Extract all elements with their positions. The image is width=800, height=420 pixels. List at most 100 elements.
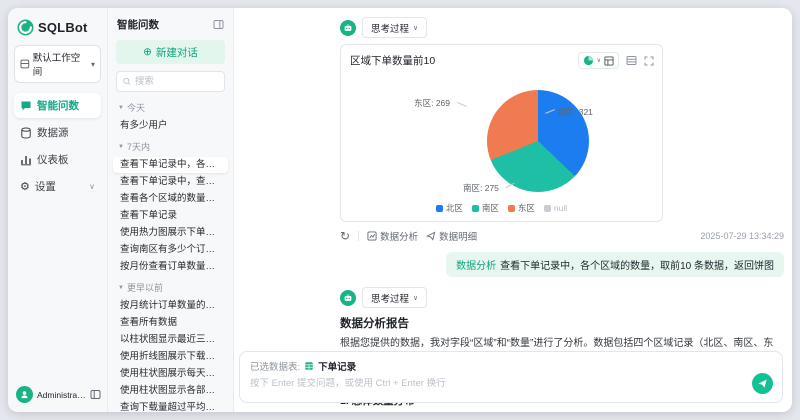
data-detail-button[interactable]: 数据明细 [426, 229, 477, 243]
conversation-item[interactable]: 按月份查看订单数量趋势，使用折... [113, 259, 228, 275]
selected-table-row: 已选数据表: 下单记录 [250, 359, 772, 373]
thinking-label: 思考过程 [371, 23, 410, 35]
username-label: Administrator [37, 389, 86, 400]
conversation-item[interactable]: 查看下单记录中，查看各个区域的... [113, 174, 228, 190]
user-message-text: 查看下单记录中，各个区域的数量，取前10 条数据，返回饼图 [500, 261, 774, 272]
bot-avatar [340, 19, 356, 36]
legend-item[interactable]: 南区 [471, 202, 499, 214]
legend-swatch [471, 204, 479, 212]
conversation-item[interactable]: 使用热力图展示下单量排名靠前的日... [113, 225, 228, 241]
conversation-item[interactable]: 使用柱状图显示各部门员工数 [113, 383, 228, 399]
sidebar-item-dashboard[interactable]: 仪表板 [14, 147, 101, 172]
panel-title: 智能问数 [117, 19, 159, 31]
conversation-item[interactable]: 查询南区有多少个订单数 [113, 242, 228, 258]
workspace-selector[interactable]: 默认工作空间 ▾ [14, 45, 101, 83]
conversation-item-selected[interactable]: 查看下单记录中，各个区域的数量... [113, 157, 228, 173]
chat-area: 思考过程 ∨ 区域下单数量前10 ∨ 东区: 269 北区: 321 南区: 2… [234, 8, 792, 412]
new-chat-button[interactable]: ⊕ 新建对话 [116, 40, 225, 64]
conversation-item[interactable]: 查看下单记录 [113, 208, 228, 224]
fullscreen-icon[interactable] [644, 56, 654, 66]
sidebar-item-label: 仪表板 [37, 154, 69, 166]
legend-item[interactable]: 北区 [435, 202, 463, 214]
bot-avatar [340, 289, 356, 306]
conversation-list: ▼今天 有多少用户 ▼7天内 查看下单记录中，各个区域的数量... 查看下单记录… [108, 96, 233, 412]
gear-icon: ⚙ [20, 181, 30, 193]
person-icon [21, 391, 28, 399]
collapse-sidebar-icon[interactable] [90, 389, 101, 400]
selected-table-label: 已选数据表: [250, 362, 301, 373]
conversation-item[interactable]: 以柱状图显示最近三个月的订单量 [113, 332, 228, 348]
sidebar-item-datasource[interactable]: 数据源 [14, 120, 101, 145]
search-input[interactable] [134, 76, 218, 87]
selected-table-name[interactable]: 下单记录 [318, 359, 356, 373]
sidebar-item-settings[interactable]: ⚙ 设置 ∨ [14, 174, 101, 199]
table-view-icon[interactable] [626, 55, 637, 66]
send-button[interactable] [752, 373, 773, 394]
sidebar-item-qa[interactable]: 智能问数 [14, 93, 101, 118]
chart-card: 区域下单数量前10 ∨ 东区: 269 北区: 321 南区: 275 北区 南… [340, 44, 663, 222]
timestamp: 2025-07-29 13:34:29 [700, 231, 784, 241]
detail-icon [426, 231, 436, 241]
legend-swatch [543, 204, 551, 212]
triangle-down-icon: ▼ [118, 143, 124, 150]
conversation-item[interactable]: 查询下载量超过平均值的日期 [113, 400, 228, 412]
sqlbot-logo-icon [17, 19, 34, 36]
conversation-item[interactable]: 查看各个区域的数量，取前10 条数... [113, 191, 228, 207]
question-input[interactable] [250, 378, 720, 389]
legend-swatch [507, 204, 515, 212]
send-icon [758, 379, 767, 388]
chart-legend: 北区 南区 东区 null [341, 202, 662, 214]
message-tag: 数据分析 [456, 261, 497, 272]
legend-swatch [435, 204, 443, 212]
triangle-down-icon: ▼ [118, 284, 124, 291]
group-week[interactable]: ▼ 7天内 [108, 135, 233, 156]
conversation-item[interactable]: 使用柱状图展示每天的下载量变化 [113, 366, 228, 382]
conversation-item[interactable]: 使用折线图展示下载量随日期的变... [113, 349, 228, 365]
workspace-name: 默认工作空间 [32, 53, 81, 78]
robot-icon [344, 23, 352, 31]
pie-chart-icon [583, 55, 593, 66]
refresh-button[interactable]: ↻ [340, 229, 350, 243]
dashboard-icon [21, 155, 31, 165]
message-action-row: ↻ 数据分析 数据明细 2025-07-29 13:34:29 [340, 229, 784, 243]
refresh-icon: ↻ [340, 229, 351, 243]
chart-type-selector[interactable]: ∨ [577, 52, 619, 69]
user-avatar[interactable] [16, 386, 33, 403]
plus-icon: ⊕ [143, 46, 152, 58]
group-today[interactable]: ▼ 今天 [108, 96, 233, 117]
collapse-panel-icon[interactable] [213, 19, 224, 30]
data-analysis-button[interactable]: 数据分析 [367, 229, 418, 243]
group-earlier[interactable]: ▼ 更早以前 [108, 276, 233, 297]
search-icon [123, 77, 131, 85]
conversation-item[interactable]: 查看所有数据 [113, 315, 228, 331]
question-input-box: 已选数据表: 下单记录 [239, 351, 783, 403]
conversation-panel-header: 智能问数 [108, 8, 233, 38]
chevron-down-icon: ▾ [90, 59, 95, 69]
analysis-icon [367, 231, 377, 241]
sidebar-item-label: 数据源 [37, 127, 69, 139]
message-list: 思考过程 ∨ 区域下单数量前10 ∨ 东区: 269 北区: 321 南区: 2… [340, 17, 784, 408]
chat-icon [21, 101, 31, 110]
app-title: SQLBot [38, 20, 88, 35]
leader-line [457, 102, 467, 107]
thinking-label: 思考过程 [371, 293, 410, 305]
thinking-toggle[interactable]: 思考过程 ∨ [362, 287, 428, 308]
conversation-item[interactable]: 有多少用户 [113, 118, 228, 134]
divider [358, 231, 360, 241]
pie-callout-east: 东区: 269 [414, 98, 450, 108]
chevron-down-icon: ∨ [89, 182, 95, 191]
pie-callout-north: 北区: 321 [557, 107, 593, 117]
chevron-down-icon: ∨ [413, 294, 419, 302]
sidebar: SQLBot 默认工作空间 ▾ 智能问数 数据源 仪表板 ⚙ 设置 ∨ Admi… [8, 8, 108, 412]
search-box [116, 71, 225, 92]
legend-item[interactable]: 东区 [507, 202, 535, 214]
thinking-toggle[interactable]: 思考过程 ∨ [362, 17, 428, 38]
triangle-down-icon: ▼ [118, 104, 124, 111]
legend-item-null[interactable]: null [543, 202, 567, 214]
table-chart-icon [604, 55, 614, 66]
conversation-item[interactable]: 按月统计订单数量的折线趋势图 [113, 298, 228, 314]
conversation-panel: 智能问数 ⊕ 新建对话 ▼今天 有多少用户 ▼7天内 查看下单记录中，各个区域的… [108, 8, 234, 412]
chart-toolbar: ∨ [577, 52, 654, 69]
new-chat-label: 新建对话 [155, 46, 198, 59]
sidebar-item-label: 智能问数 [37, 100, 79, 112]
